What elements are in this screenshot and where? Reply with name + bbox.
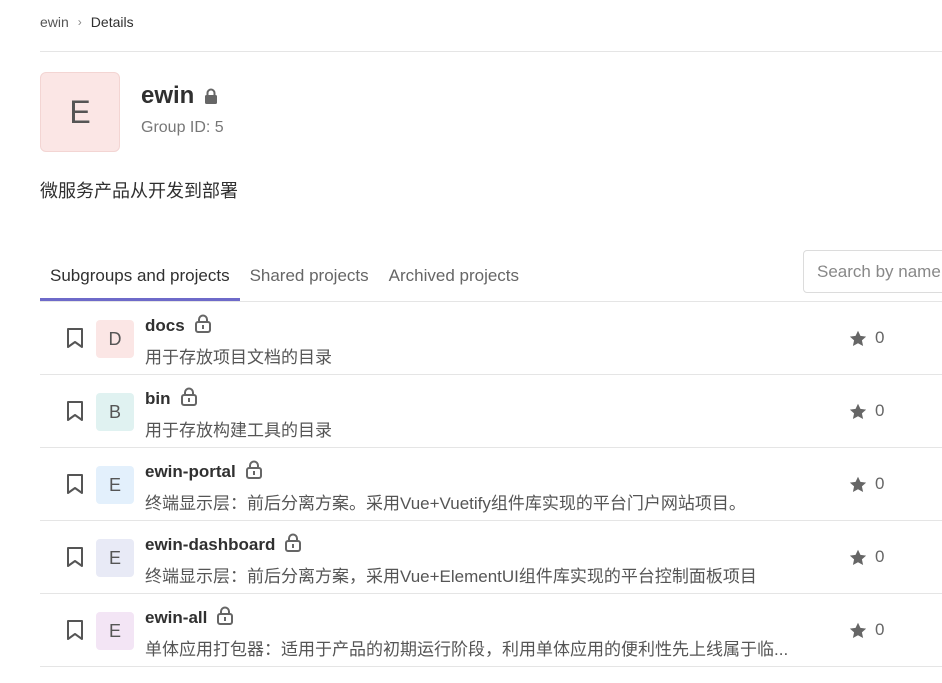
project-avatar[interactable]: D <box>96 320 134 358</box>
group-title: ewin <box>141 82 218 110</box>
bookmark-icon[interactable] <box>66 400 84 422</box>
project-avatar[interactable]: E <box>96 612 134 650</box>
project-avatar[interactable]: B <box>96 393 134 431</box>
star-count-value: 0 <box>875 401 885 420</box>
star-icon <box>849 549 875 566</box>
project-name-link[interactable]: bin <box>145 389 171 409</box>
project-description: 用于存放项目文档的目录 <box>145 348 332 367</box>
project-avatar-letter: D <box>108 328 122 349</box>
star-count: 0 <box>849 620 884 640</box>
star-count-value: 0 <box>875 328 885 347</box>
group-id: Group ID: 5 <box>141 119 224 136</box>
group-name: ewin <box>141 82 195 109</box>
star-count-value: 0 <box>875 474 885 493</box>
header-divider <box>40 51 942 52</box>
bookmark-icon[interactable] <box>66 473 84 495</box>
group-description: 微服务产品从开发到部署 <box>40 181 238 201</box>
chevron-right-icon: › <box>77 15 82 29</box>
tab-shared-projects[interactable]: Shared projects <box>240 250 379 301</box>
project-avatar[interactable]: E <box>96 466 134 504</box>
lock-icon <box>285 533 302 557</box>
project-title: ewin-all <box>145 606 234 630</box>
group-tabs: Subgroups and projects Shared projects Arc… <box>40 250 529 301</box>
project-name-link[interactable]: ewin-all <box>145 608 207 628</box>
star-icon <box>849 476 875 493</box>
bookmark-icon[interactable] <box>66 546 84 568</box>
lock-icon <box>217 606 234 630</box>
project-row[interactable]: Bbin 用于存放构建工具的目录 0 <box>40 375 942 448</box>
star-count: 0 <box>849 401 884 421</box>
breadcrumb-current: Details <box>90 14 134 30</box>
tab-archived-projects[interactable]: Archived projects <box>379 250 529 301</box>
project-description: 终端显示层：前后分离方案，采用Vue+ElementUI组件库实现的平台控制面板… <box>145 567 757 586</box>
project-title: ewin-dashboard <box>145 533 302 557</box>
star-count-value: 0 <box>875 620 885 639</box>
project-list: Ddocs 用于存放项目文档的目录 0 Bbin 用于存放构建工具的目录 0 Eewin-p… <box>40 302 942 667</box>
breadcrumb-parent-link[interactable]: ewin <box>40 14 69 30</box>
tab-subgroups-and-projects[interactable]: Subgroups and projects <box>40 250 240 301</box>
project-name-link[interactable]: docs <box>145 316 185 336</box>
project-row[interactable]: Eewin-all 单体应用打包器：适用于产品的初期运行阶段，利用单体应用的便利性… <box>40 594 942 667</box>
project-description: 单体应用打包器：适用于产品的初期运行阶段，利用单体应用的便利性先上线属于临... <box>145 640 789 659</box>
project-avatar-letter: E <box>108 620 121 641</box>
project-title: bin <box>145 387 197 411</box>
project-title: ewin-portal <box>145 460 262 484</box>
star-icon <box>849 330 875 347</box>
project-description: 终端显示层：前后分离方案。采用Vue+Vuetify组件库实现的平台门户网站项目… <box>145 494 746 513</box>
lock-icon <box>180 387 197 411</box>
bookmark-icon[interactable] <box>66 327 84 349</box>
project-row[interactable]: Ddocs 用于存放项目文档的目录 0 <box>40 302 942 375</box>
project-avatar[interactable]: E <box>96 539 134 577</box>
star-count: 0 <box>849 547 884 567</box>
star-icon <box>849 403 875 420</box>
breadcrumb: ewin › Details <box>40 12 134 32</box>
project-avatar-letter: E <box>108 547 121 568</box>
project-name-link[interactable]: ewin-portal <box>145 462 236 482</box>
project-avatar-letter: B <box>108 401 121 422</box>
group-avatar: E <box>40 72 120 152</box>
star-count: 0 <box>849 474 884 494</box>
star-icon <box>849 622 875 639</box>
project-avatar-letter: E <box>108 474 121 495</box>
lock-icon <box>194 314 211 338</box>
star-count: 0 <box>849 328 884 348</box>
lock-icon <box>245 460 262 484</box>
lock-icon <box>204 88 218 109</box>
star-count-value: 0 <box>875 547 885 566</box>
group-avatar-letter: E <box>69 93 91 130</box>
project-title: docs <box>145 314 211 338</box>
project-name-link[interactable]: ewin-dashboard <box>145 535 275 555</box>
search-input[interactable] <box>803 250 942 293</box>
project-row[interactable]: Eewin-portal 终端显示层：前后分离方案。采用Vue+Vuetify组件… <box>40 448 942 521</box>
bookmark-icon[interactable] <box>66 619 84 641</box>
project-description: 用于存放构建工具的目录 <box>145 421 332 440</box>
project-row[interactable]: Eewin-dashboard 终端显示层：前后分离方案，采用Vue+Elemen… <box>40 521 942 594</box>
